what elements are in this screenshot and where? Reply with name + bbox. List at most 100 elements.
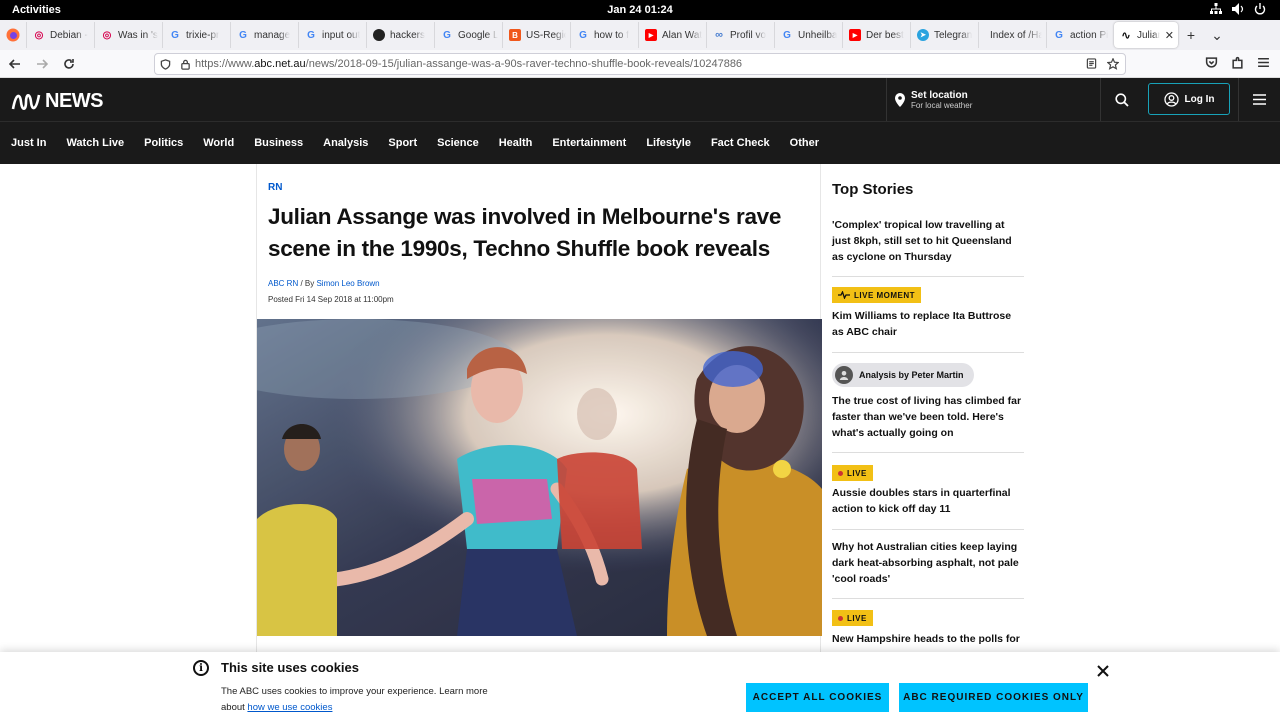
abc-news-logo[interactable]: NEWS bbox=[11, 90, 104, 113]
browser-tab[interactable]: G Unheilba bbox=[774, 22, 842, 48]
section-menu-item[interactable]: Politics bbox=[134, 137, 193, 149]
tab-title: action Pi bbox=[1070, 29, 1109, 41]
system-tray[interactable] bbox=[1210, 3, 1266, 15]
power-icon bbox=[1254, 3, 1266, 15]
browser-tab[interactable]: G Google L bbox=[434, 22, 502, 48]
google-g-icon: G bbox=[171, 29, 179, 41]
pocket-icon[interactable] bbox=[1205, 56, 1218, 69]
browser-tab[interactable]: Ginput out bbox=[298, 22, 366, 48]
app-menu-icon[interactable] bbox=[1257, 56, 1270, 69]
live-moment-label: LIVE MOMENT bbox=[854, 290, 916, 300]
section-menu-item[interactable]: World bbox=[193, 137, 244, 149]
live-dot-icon bbox=[838, 470, 843, 476]
browser-tab[interactable]: Gmanage bbox=[230, 22, 298, 48]
activities-button[interactable]: Activities bbox=[12, 4, 61, 16]
abc-lissajous-logo-icon bbox=[11, 93, 41, 110]
story-link[interactable]: The true cost of living has climbed far … bbox=[832, 393, 1024, 441]
section-menu-item[interactable]: Watch Live bbox=[56, 137, 134, 149]
section-menu-item[interactable]: Health bbox=[489, 137, 543, 149]
story-link[interactable]: 'Complex' tropical low travelling at jus… bbox=[832, 217, 1024, 265]
debian-swirl-icon: ◎ bbox=[102, 29, 112, 41]
section-menu-item[interactable]: Fact Check bbox=[701, 137, 780, 149]
how-we-use-cookies-link[interactable]: how we use cookies bbox=[247, 702, 332, 713]
browser-tab[interactable]: Gaction Pi bbox=[1046, 22, 1114, 48]
close-cookie-banner-icon[interactable] bbox=[1096, 664, 1110, 678]
list-all-tabs-icon[interactable]: ⌄ bbox=[1204, 27, 1230, 44]
live-badge: LIVE bbox=[832, 465, 873, 481]
browser-tab[interactable]: Gtrixie-pr bbox=[162, 22, 230, 48]
section-menu-item[interactable]: Science bbox=[427, 137, 489, 149]
google-g-icon: G bbox=[783, 29, 791, 41]
extensions-icon[interactable] bbox=[1231, 56, 1244, 69]
story-link[interactable]: New Hampshire heads to the polls for bbox=[832, 631, 1024, 647]
article-hero-image[interactable] bbox=[257, 319, 822, 636]
abc-mark-icon: ∿ bbox=[1121, 29, 1131, 42]
abc-search-button[interactable] bbox=[1100, 78, 1142, 121]
browser-tab[interactable]: ∞ Profil vo bbox=[706, 22, 774, 48]
browser-tab[interactable]: ➤ Telegran bbox=[910, 22, 978, 48]
abc-header: NEWS Set location For local weather Log … bbox=[0, 78, 1280, 121]
section-menu-item[interactable]: Entertainment bbox=[542, 137, 636, 149]
forward-button[interactable] bbox=[30, 52, 54, 76]
section-menu-item[interactable]: Sport bbox=[378, 137, 427, 149]
cookie-banner-title: This site uses cookies bbox=[221, 660, 360, 675]
bookmark-star-icon[interactable] bbox=[1107, 58, 1119, 70]
tab-active[interactable]: ∿ Julian ✕ bbox=[1114, 22, 1178, 48]
browser-tab[interactable]: ▶ Der best bbox=[842, 22, 910, 48]
byline-source-link[interactable]: ABC RN bbox=[268, 279, 298, 288]
blogger-b-icon: B bbox=[509, 29, 521, 41]
location-pin-icon bbox=[895, 92, 905, 107]
tab-title: Was in 's bbox=[118, 29, 158, 41]
hamburger-menu-icon bbox=[1253, 94, 1266, 105]
article-byline: ABC RN / By Simon Leo Brown bbox=[268, 279, 380, 288]
url-bar[interactable]: https://www.abc.net.au/news/2018-09-15/j… bbox=[154, 53, 1126, 75]
byline-author-link[interactable]: Simon Leo Brown bbox=[316, 279, 379, 288]
live-dot-icon bbox=[838, 615, 843, 621]
new-tab-button[interactable]: + bbox=[1178, 27, 1204, 43]
section-menu-item[interactable]: Just In bbox=[0, 137, 56, 149]
browser-tab[interactable]: B US-Regic bbox=[502, 22, 570, 48]
lock-icon[interactable] bbox=[175, 59, 195, 70]
browser-tab[interactable]: ▶ Alan Wat bbox=[638, 22, 706, 48]
browser-tab[interactable]: Ghow to f bbox=[570, 22, 638, 48]
back-button[interactable] bbox=[3, 52, 27, 76]
story-link[interactable]: Aussie doubles stars in quarterfinal act… bbox=[832, 485, 1024, 517]
section-menu-item[interactable]: Analysis bbox=[313, 137, 378, 149]
tab-title: Debian - bbox=[50, 29, 88, 41]
tab-title: Der best bbox=[866, 29, 904, 41]
telegram-icon: ➤ bbox=[917, 29, 929, 41]
system-clock[interactable]: Jan 24 01:24 bbox=[0, 4, 1280, 16]
set-location-button[interactable]: Set location For local weather bbox=[886, 78, 1100, 121]
reload-icon bbox=[64, 58, 74, 69]
story-link[interactable]: Kim Williams to replace Ita Buttrose as … bbox=[832, 308, 1024, 340]
google-g-icon: G bbox=[579, 29, 587, 41]
reader-view-icon[interactable] bbox=[1086, 58, 1097, 69]
browser-tab[interactable]: ◎ Was in 's bbox=[94, 22, 162, 48]
article-headline: Julian Assange was involved in Melbourne… bbox=[268, 204, 782, 261]
arrow-right-icon bbox=[37, 58, 48, 69]
section-menu-item[interactable]: Lifestyle bbox=[636, 137, 701, 149]
abc-news-wordmark: NEWS bbox=[45, 90, 104, 112]
browser-tab[interactable]: Index of /Ha bbox=[978, 22, 1046, 48]
tracking-protection-icon[interactable] bbox=[155, 58, 175, 70]
url-prefix: https://www. bbox=[195, 58, 255, 70]
google-lens-icon: G bbox=[443, 29, 451, 41]
login-button[interactable]: Log In bbox=[1148, 83, 1230, 115]
link-chain-icon: ∞ bbox=[715, 29, 723, 41]
story-link[interactable]: Why hot Australian cities keep laying da… bbox=[832, 539, 1024, 587]
required-cookies-only-button[interactable]: ABC REQUIRED COOKIES ONLY bbox=[899, 683, 1088, 712]
section-menu-item[interactable]: Business bbox=[244, 137, 313, 149]
reload-button[interactable] bbox=[57, 52, 81, 76]
browser-tab[interactable]: hackers bbox=[366, 22, 434, 48]
tab-title: Alan Wat bbox=[662, 29, 702, 41]
main-menu-button[interactable] bbox=[1238, 78, 1280, 121]
browser-tab[interactable]: ◎ Debian - bbox=[26, 22, 94, 48]
section-menu-item[interactable]: Other bbox=[780, 137, 829, 149]
accept-all-cookies-button[interactable]: ACCEPT ALL COOKIES bbox=[746, 683, 889, 712]
close-tab-icon[interactable]: ✕ bbox=[1165, 29, 1174, 42]
article-posted-date: Posted Fri 14 Sep 2018 at 11:00pm bbox=[268, 295, 394, 304]
tab-title: Telegran bbox=[934, 29, 973, 41]
article-kicker[interactable]: RN bbox=[268, 182, 282, 193]
live-badge: LIVE bbox=[832, 610, 873, 626]
firefox-view-icon[interactable] bbox=[0, 28, 26, 42]
